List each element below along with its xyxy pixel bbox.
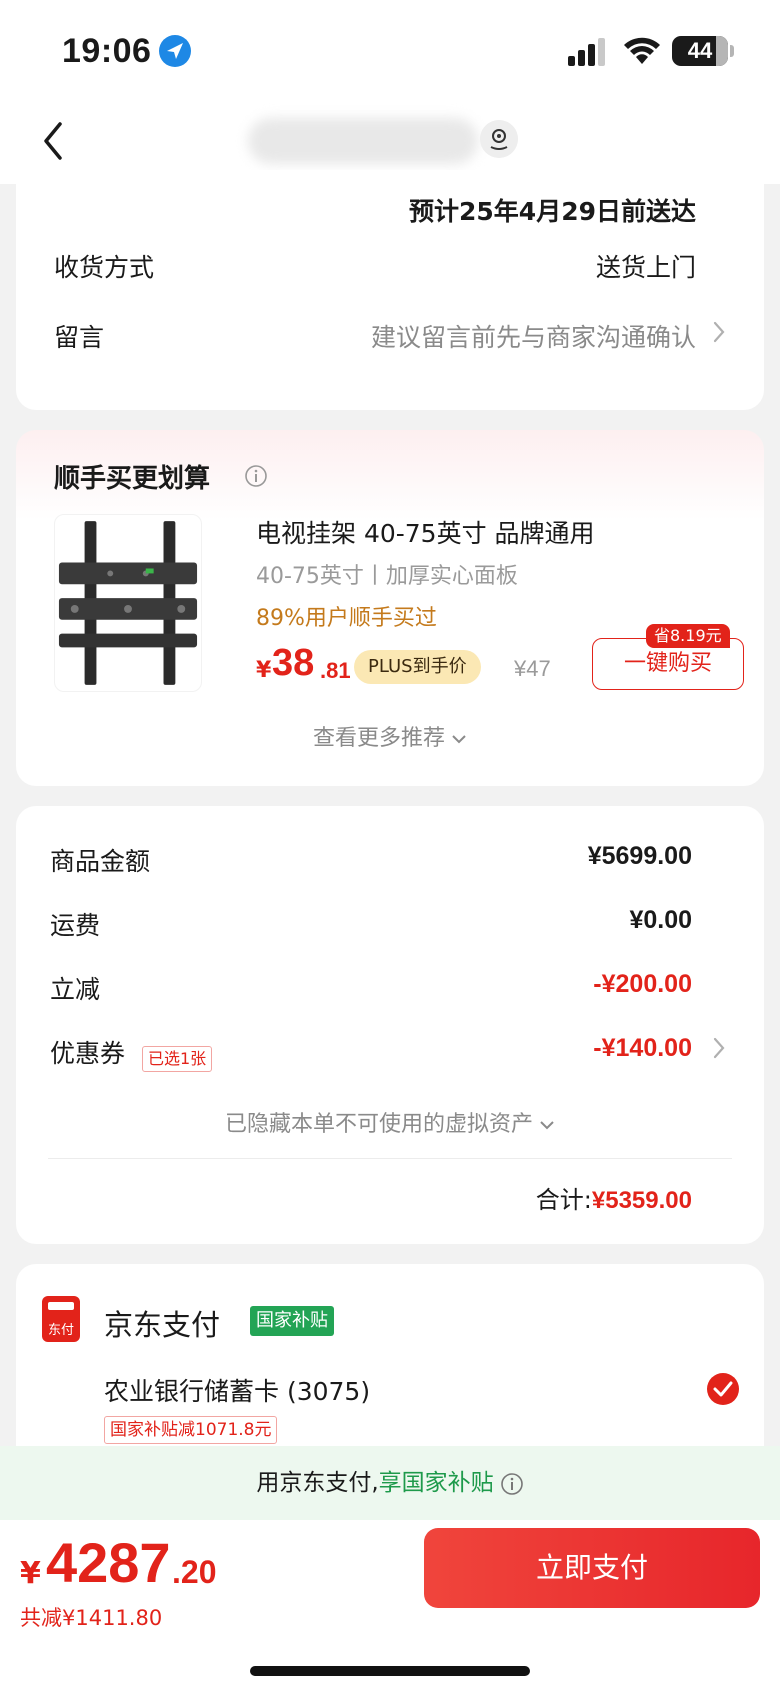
back-icon[interactable] <box>36 116 70 166</box>
status-time: 19:06 <box>62 32 152 70</box>
amounts-card: 商品金额 ¥5699.00 运费 ¥0.00 立减 -¥200.00 优惠券 已… <box>16 806 764 1244</box>
total-value: ¥5359.00 <box>591 1187 692 1214</box>
divider <box>48 1158 732 1159</box>
plus-price-tag: PLUS到手价 <box>354 650 481 684</box>
check-circle-icon[interactable] <box>706 1372 740 1406</box>
final-price-dec: .20 <box>172 1554 217 1590</box>
status-bar: 19:06 44 <box>0 0 780 100</box>
payment-method-title[interactable]: 京东支付 <box>104 1302 220 1344</box>
coupon-selected-tag: 已选1张 <box>142 1046 213 1072</box>
more-recommendations-label[interactable]: 查看更多推荐 <box>313 726 445 751</box>
gov-subsidy-tag: 国家补贴 <box>250 1306 334 1336</box>
final-price-symbol: ¥ <box>20 1556 41 1591</box>
product-image-tv-mount[interactable] <box>54 514 202 692</box>
order-total: 合计:¥5359.00 <box>536 1180 692 1215</box>
jd-pay-logo-text: 东付 <box>47 1323 74 1338</box>
promo-title: 顺手买更划算 <box>54 464 211 494</box>
hidden-assets-toggle[interactable]: 已隐藏本单不可使用的虚拟资产 <box>16 1106 764 1138</box>
banner-highlight: 享国家补贴 <box>378 1470 494 1496</box>
product-social-proof: 89%用户顺手买过 <box>256 606 437 631</box>
instant-discount-value: -¥200.00 <box>593 970 692 998</box>
chevron-down-icon[interactable] <box>451 733 467 745</box>
info-icon[interactable] <box>500 1472 524 1496</box>
battery-level: 44 <box>687 38 713 63</box>
delivery-method-label: 收货方式 <box>54 253 155 282</box>
battery-indicator: 44 <box>672 36 728 66</box>
delivery-card: 预计25年4月29日前送达 收货方式 送货上门 留言 建议留言前先与商家沟通确认 <box>16 170 764 410</box>
goods-amount-value: ¥5699.00 <box>587 842 692 870</box>
product-price-dec: .81 <box>320 658 351 683</box>
final-price-int: 4287 <box>46 1531 171 1594</box>
product-name[interactable]: 电视挂架 40-75英寸 品牌通用 <box>256 514 595 550</box>
product-price-int: 38 <box>272 642 315 684</box>
hidden-assets-label[interactable]: 已隐藏本单不可使用的虚拟资产 <box>225 1112 533 1137</box>
coupon-value[interactable]: -¥140.00 <box>593 1034 692 1063</box>
delivery-method-value[interactable]: 送货上门 <box>596 248 696 284</box>
banner-prefix: 用京东支付, <box>256 1470 379 1496</box>
payment-card: 东付 京东支付 国家补贴 农业银行储蓄卡 (3075) 国家补贴减1071.8元 <box>16 1264 764 1464</box>
store-location-icon[interactable] <box>480 120 518 158</box>
instant-discount-label: 立减 <box>50 975 101 1004</box>
promo-card: 顺手买更划算 电视挂架 40-75英寸 品牌通用 40-75英寸丨加厚实心面板 … <box>16 430 764 786</box>
jd-pay-logo-icon: 东付 <box>42 1296 80 1342</box>
chevron-right-icon[interactable] <box>712 320 726 344</box>
goods-amount-label: 商品金额 <box>50 847 151 876</box>
location-arrow-icon <box>159 35 191 67</box>
product-original-price: ¥47 <box>514 656 551 681</box>
battery-tip <box>730 45 734 57</box>
delivery-estimate: 预计25年4月29日前送达 <box>409 197 696 226</box>
product-price-symbol: ¥ <box>256 658 272 683</box>
chevron-right-icon[interactable] <box>712 1036 726 1060</box>
shipping-value: ¥0.00 <box>629 906 692 934</box>
home-indicator[interactable] <box>250 1666 530 1676</box>
checkout-bar: ¥ 4287 .20 共减¥1411.80 立即支付 <box>0 1520 780 1688</box>
bank-subsidy-tag: 国家补贴减1071.8元 <box>104 1416 278 1444</box>
pay-now-button[interactable]: 立即支付 <box>424 1528 760 1608</box>
chevron-down-icon[interactable] <box>539 1119 555 1131</box>
message-label: 留言 <box>54 323 105 352</box>
coupon-label[interactable]: 优惠券 <box>50 1034 125 1070</box>
message-placeholder[interactable]: 建议留言前先与商家沟通确认 <box>371 318 696 354</box>
more-recommendations[interactable]: 查看更多推荐 <box>16 720 764 752</box>
total-saving[interactable]: 共减¥1411.80 <box>20 1602 162 1632</box>
store-name-redacted <box>248 118 478 164</box>
signal-icon <box>568 38 605 66</box>
product-spec: 40-75英寸丨加厚实心面板 <box>256 564 518 589</box>
total-label: 合计: <box>535 1186 592 1214</box>
shipping-label: 运费 <box>50 911 101 940</box>
wifi-icon <box>624 37 660 64</box>
bank-card-option[interactable]: 农业银行储蓄卡 (3075) <box>104 1372 370 1408</box>
save-amount-tag: 省8.19元 <box>646 624 730 648</box>
info-icon[interactable] <box>244 464 268 488</box>
subsidy-banner: 用京东支付,享国家补贴 <box>0 1446 780 1520</box>
